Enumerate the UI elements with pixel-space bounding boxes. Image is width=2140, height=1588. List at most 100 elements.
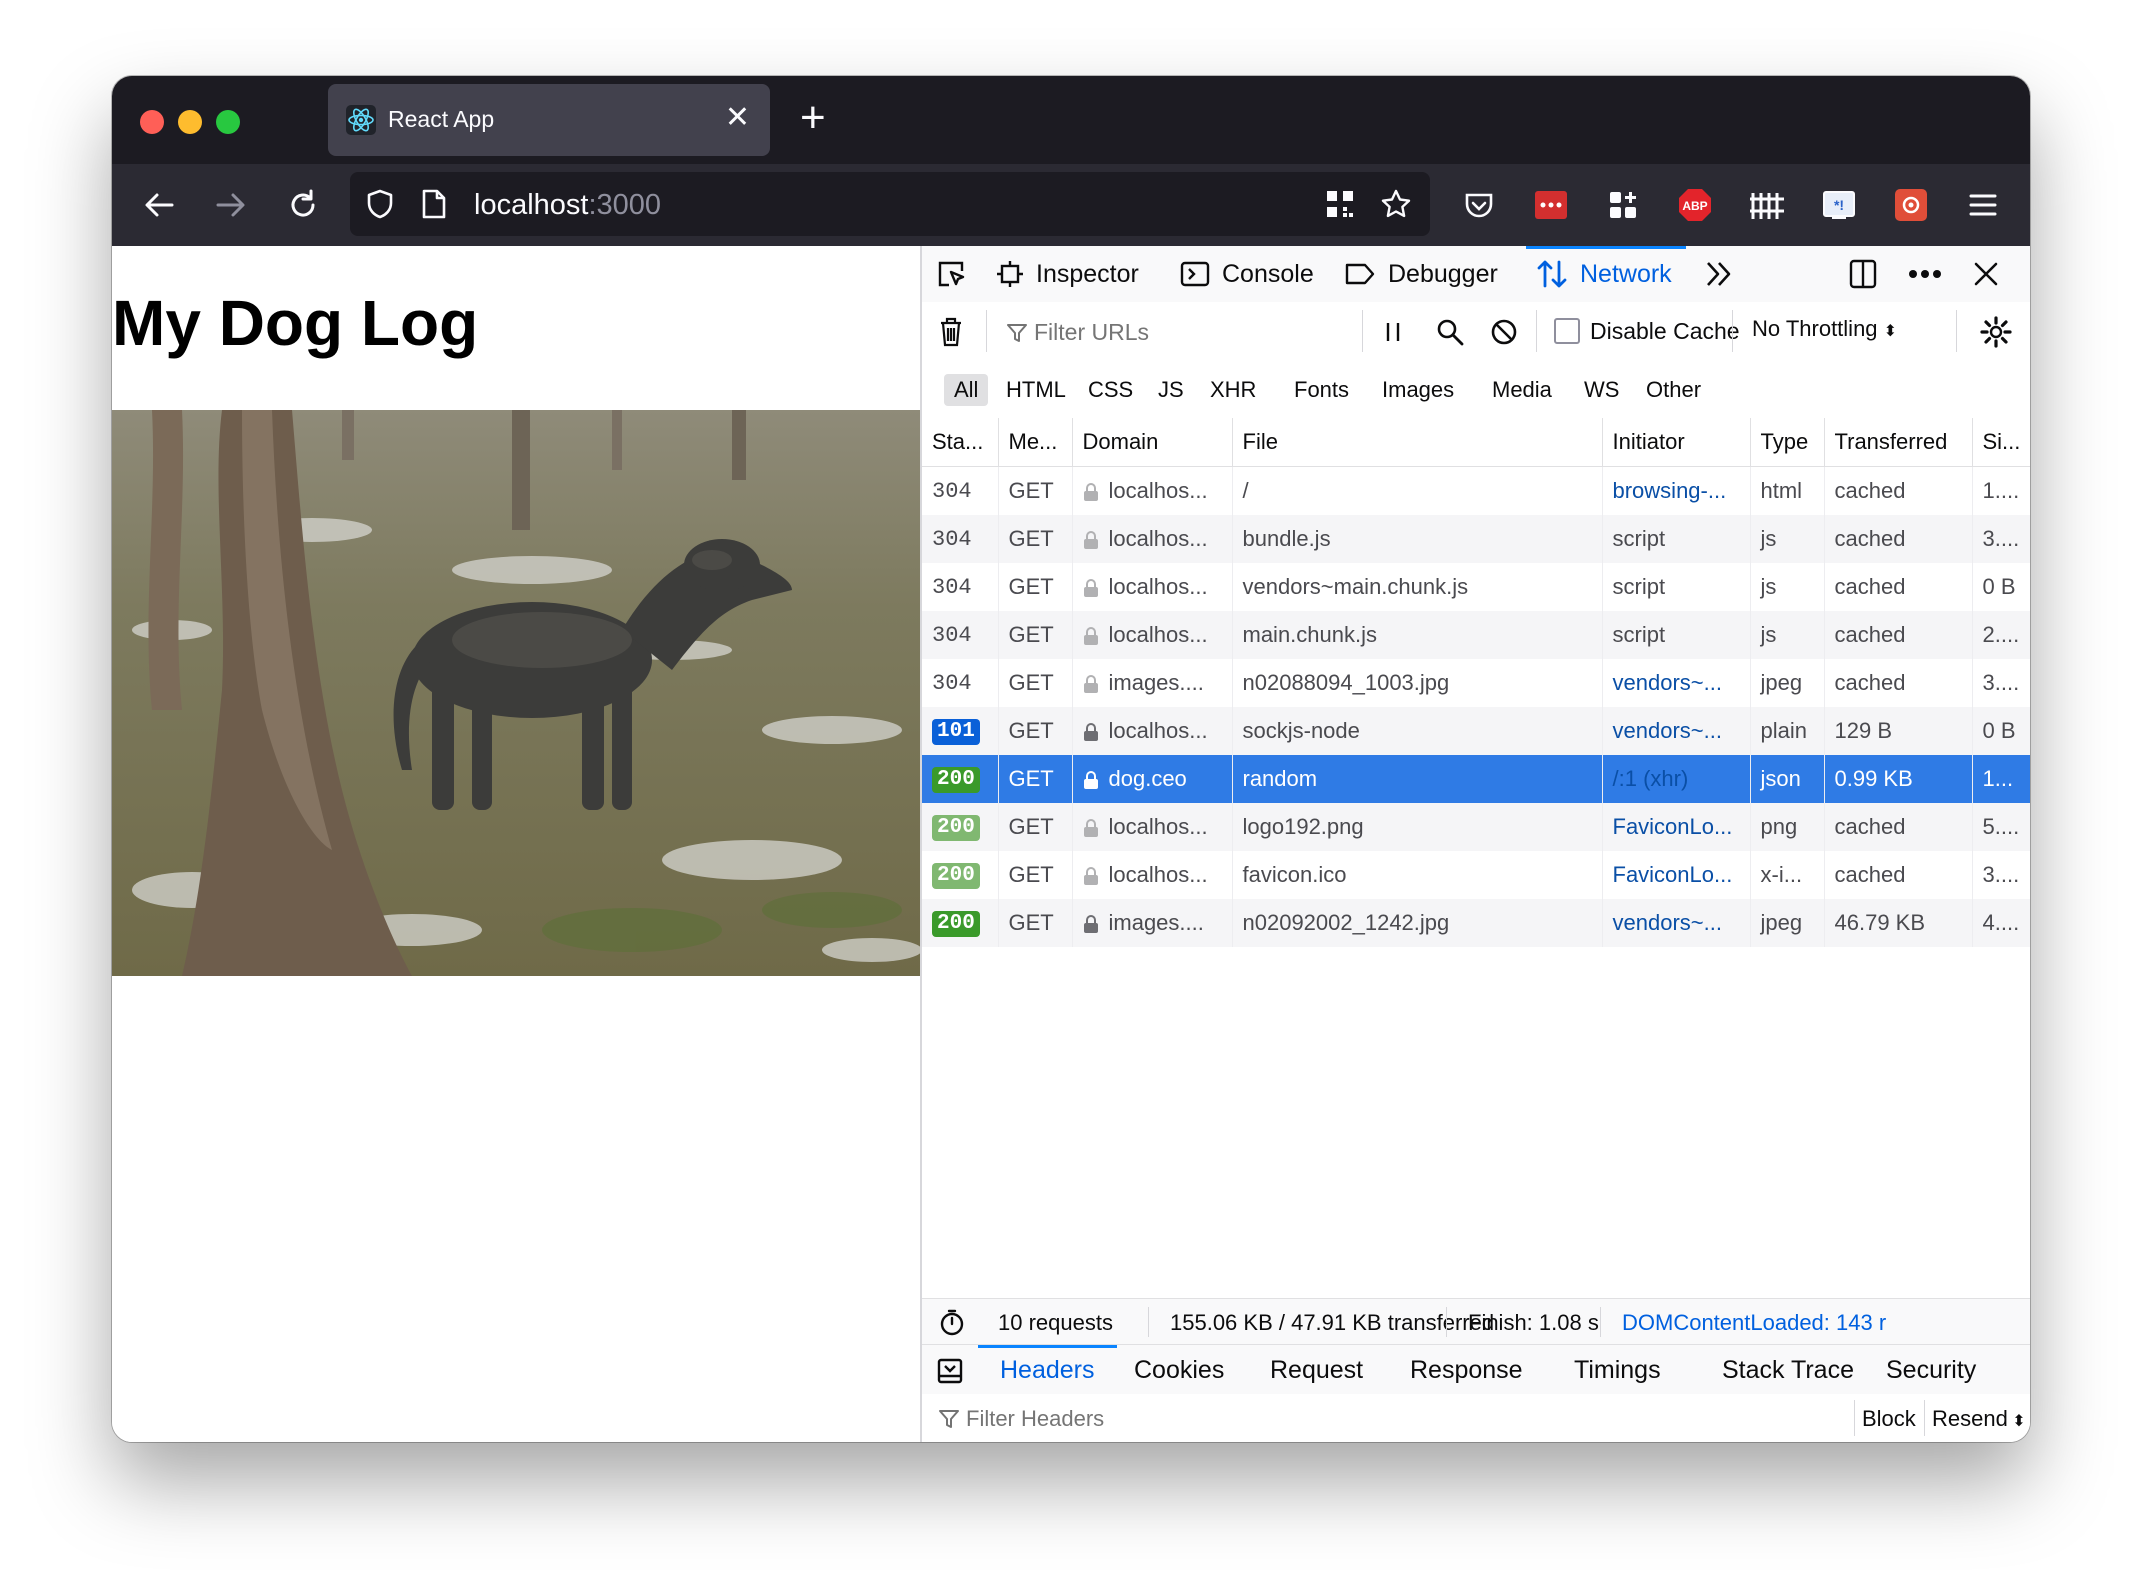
cell-file: random [1232, 755, 1603, 803]
table-row[interactable]: 304 GET localhos... / browsing-... html cached… [922, 466, 2030, 515]
column-header-type[interactable]: Type [1750, 418, 1825, 467]
type-filter-css[interactable]: CSS [1078, 374, 1143, 406]
cell-initiator[interactable]: FaviconLo... [1602, 803, 1751, 851]
pause-icon[interactable] [1382, 320, 1404, 344]
resend-button[interactable]: Resend ⬍ [1932, 1406, 2026, 1432]
cell-transferred: cached [1824, 803, 1973, 851]
type-filter-media[interactable]: Media [1482, 374, 1562, 406]
column-header-size[interactable]: Si... [1972, 418, 2030, 467]
tab-close-icon[interactable]: ✕ [725, 102, 750, 134]
tab-cookies[interactable]: Cookies [1134, 1345, 1224, 1395]
close-devtools-icon[interactable] [1972, 260, 2000, 288]
tab-request[interactable]: Request [1270, 1345, 1363, 1395]
table-row[interactable]: 200 GET localhos... favicon.ico FaviconLo...… [922, 851, 2030, 899]
cell-type: js [1750, 611, 1825, 659]
svg-text:ABP: ABP [1682, 199, 1707, 213]
column-header-transferred[interactable]: Transferred [1824, 418, 1973, 467]
type-filter-js[interactable]: JS [1148, 374, 1194, 406]
block-button[interactable]: Block [1862, 1406, 1916, 1432]
more-options-icon[interactable] [1908, 268, 1942, 280]
checkbox-box[interactable] [1554, 318, 1580, 344]
close-window-button[interactable] [140, 110, 164, 134]
cell-initiator[interactable]: vendors~... [1602, 707, 1751, 755]
type-filter-html[interactable]: HTML [996, 374, 1076, 406]
element-picker-icon[interactable] [936, 258, 968, 290]
divider [1854, 1400, 1855, 1436]
cell-initiator[interactable]: vendors~... [1602, 659, 1751, 707]
type-filter-fonts[interactable]: Fonts [1284, 374, 1359, 406]
table-row[interactable]: 200 GET images.... n02092002_1242.jpg vendor… [922, 899, 2030, 947]
password-manager-button[interactable] [1528, 182, 1574, 228]
column-header-status[interactable]: Sta... [922, 418, 999, 467]
cell-file: n02092002_1242.jpg [1232, 899, 1603, 947]
adblock-plus-button[interactable]: ABP [1672, 182, 1718, 228]
barrier-extension-button[interactable] [1744, 182, 1790, 228]
column-header-method[interactable]: Me... [998, 418, 1073, 467]
devtools-extension-button[interactable] [1888, 182, 1934, 228]
bookmark-star-icon[interactable] [1380, 188, 1412, 220]
cell-initiator[interactable]: vendors~... [1602, 899, 1751, 947]
table-row[interactable]: 200 GET localhos... logo192.png FaviconLo...… [922, 803, 2030, 851]
tab-console[interactable]: Console [1180, 246, 1314, 302]
page-icon[interactable] [420, 188, 448, 220]
type-filter-all[interactable]: All [944, 374, 989, 406]
table-row[interactable]: 304 GET images.... n02088094_1003.jpg vendor… [922, 659, 2030, 707]
search-icon[interactable] [1436, 318, 1464, 346]
divider [1600, 1307, 1601, 1337]
minimize-window-button[interactable] [178, 110, 202, 134]
cell-initiator[interactable]: /:1 (xhr) [1602, 755, 1751, 803]
tab-headers[interactable]: Headers [978, 1345, 1116, 1395]
filter-headers-input[interactable] [964, 1400, 1368, 1438]
new-tab-button[interactable]: + [800, 96, 826, 140]
settings-gear-icon[interactable] [1980, 316, 2012, 348]
cell-status: 200 [922, 851, 999, 899]
cell-initiator[interactable]: FaviconLo... [1602, 851, 1751, 899]
qr-code-icon[interactable] [1324, 188, 1356, 220]
column-header-file[interactable]: File [1232, 418, 1603, 467]
column-header-initiator[interactable]: Initiator [1602, 418, 1751, 467]
cell-type: html [1750, 466, 1825, 515]
tab-inspector[interactable]: Inspector [996, 246, 1139, 302]
browser-tab[interactable]: React App ✕ [328, 84, 770, 156]
screenshot-extension-button[interactable]: *! [1816, 182, 1862, 228]
tab-response[interactable]: Response [1410, 1345, 1523, 1395]
more-tabs-chevron-icon[interactable] [1704, 260, 1734, 288]
zoom-window-button[interactable] [216, 110, 240, 134]
url-bar[interactable]: localhost:3000 [350, 172, 1430, 236]
shield-icon[interactable] [364, 188, 396, 220]
extensions-add-button[interactable] [1600, 182, 1646, 228]
tab-stack-trace[interactable]: Stack Trace [1722, 1345, 1854, 1395]
throttling-select[interactable]: No Throttling ⬍ [1752, 316, 1897, 342]
column-header-domain[interactable]: Domain [1072, 418, 1233, 467]
app-menu-button[interactable] [1960, 182, 2006, 228]
toggle-sidebar-icon[interactable] [936, 1357, 964, 1385]
type-filter-xhr[interactable]: XHR [1200, 374, 1266, 406]
forward-button[interactable] [208, 182, 254, 228]
cell-transferred: cached [1824, 515, 1973, 563]
table-row[interactable]: 304 GET localhos... bundle.js script js cached… [922, 515, 2030, 563]
reload-button[interactable] [280, 182, 326, 228]
tab-debugger[interactable]: Debugger [1344, 246, 1498, 302]
filter-urls-input[interactable] [1032, 312, 1336, 352]
disable-cache-checkbox[interactable]: Disable Cache [1554, 316, 1740, 346]
tab-timings[interactable]: Timings [1574, 1345, 1661, 1395]
block-requests-icon[interactable] [1490, 318, 1518, 346]
table-row[interactable]: 304 GET localhos... vendors~main.chunk.js sc… [922, 563, 2030, 611]
trash-icon[interactable] [938, 316, 964, 348]
tab-security[interactable]: Security [1886, 1345, 1976, 1395]
stopwatch-icon[interactable] [938, 1308, 966, 1336]
type-filter-other[interactable]: Other [1636, 374, 1711, 406]
table-row[interactable]: 101 GET localhos... sockjs-node vendors~... p… [922, 707, 2030, 755]
cell-initiator[interactable]: browsing-... [1602, 466, 1751, 515]
pocket-button[interactable] [1456, 182, 1502, 228]
type-filter-ws[interactable]: WS [1574, 374, 1629, 406]
tab-network[interactable]: Network [1526, 246, 1686, 302]
network-icon [1537, 260, 1567, 288]
table-row[interactable]: 304 GET localhos... main.chunk.js script js ca… [922, 611, 2030, 659]
type-filter-images[interactable]: Images [1372, 374, 1464, 406]
table-row[interactable]: 200 GET dog.ceo random/:1 (xhr) json 0.99 KB 1… [922, 755, 2030, 803]
back-button[interactable] [136, 182, 182, 228]
dock-side-icon[interactable] [1848, 258, 1878, 290]
url-text[interactable]: localhost:3000 [474, 189, 661, 222]
react-logo-icon [346, 105, 376, 135]
